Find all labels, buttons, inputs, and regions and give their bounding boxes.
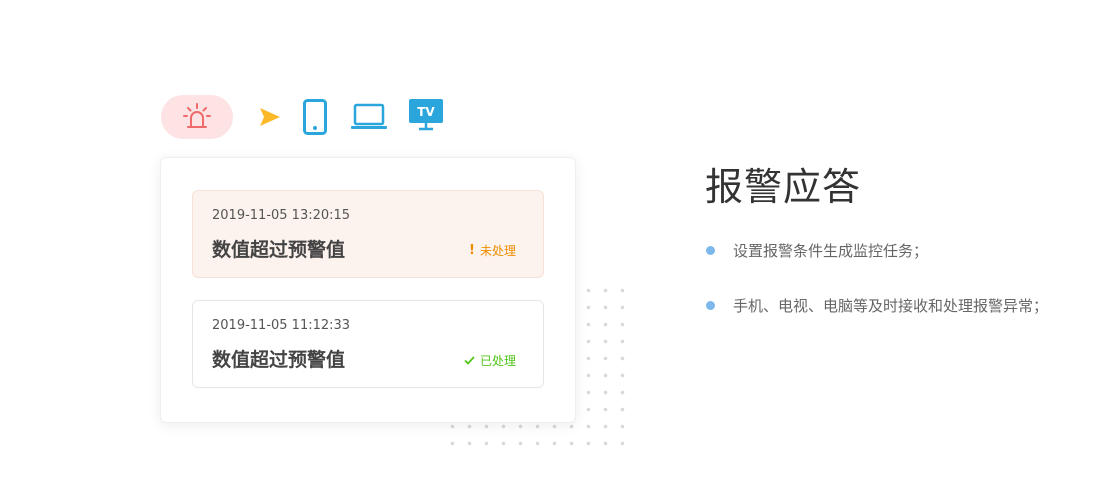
exclamation-icon: ! <box>469 243 475 258</box>
tv-label: TV <box>417 105 435 119</box>
laptop-icon <box>351 103 387 129</box>
status-badge-done: 已处理 <box>464 352 516 369</box>
arrow-right-icon <box>260 108 280 126</box>
alert-title: 数值超过预警值 <box>212 349 346 371</box>
bullet-dot <box>706 301 715 310</box>
alert-item-pending[interactable]: 2019-11-05 13:20:15 数值超过预警值 ! 未处理 <box>192 190 544 278</box>
bullet-dot <box>706 246 715 255</box>
alert-time: 2019-11-05 11:12:33 <box>212 318 351 333</box>
phone-icon <box>303 99 327 135</box>
alarm-badge <box>161 95 233 139</box>
alert-list-card: 2019-11-05 13:20:15 数值超过预警值 ! 未处理 2019-1… <box>160 157 576 423</box>
siren-icon <box>183 103 211 128</box>
tv-icon: TV <box>409 99 443 131</box>
feature-bullet-text: 手机、电视、电脑等及时接收和处理报警异常； <box>733 297 1049 315</box>
alert-item-done[interactable]: 2019-11-05 11:12:33 数值超过预警值 已处理 <box>192 300 544 388</box>
status-badge-pending: ! 未处理 <box>469 242 516 259</box>
alert-title: 数值超过预警值 <box>212 239 346 261</box>
feature-bullet: 设置报警条件生成监控任务； <box>706 240 928 261</box>
status-label: 未处理 <box>479 244 516 258</box>
feature-bullet-text: 设置报警条件生成监控任务； <box>733 242 929 260</box>
feature-bullet: 手机、电视、电脑等及时接收和处理报警异常； <box>706 295 1048 316</box>
section-title: 报警应答 <box>705 165 862 209</box>
status-label: 已处理 <box>479 354 516 368</box>
check-icon <box>464 356 475 365</box>
alert-time: 2019-11-05 13:20:15 <box>212 208 351 223</box>
